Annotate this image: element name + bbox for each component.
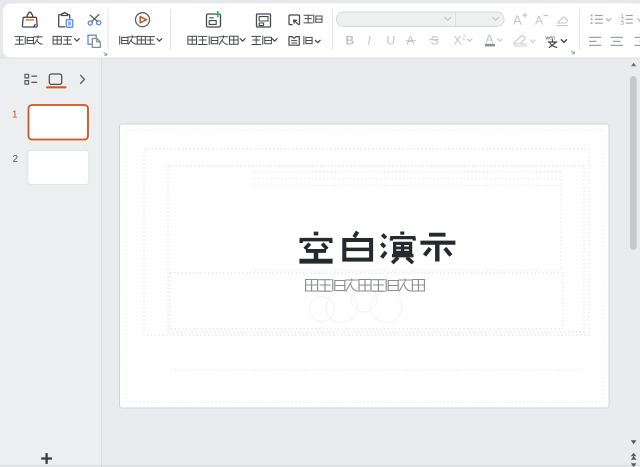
svg-text:3: 3	[621, 21, 624, 27]
svg-text:2: 2	[462, 33, 466, 42]
svg-text:B: B	[346, 33, 355, 47]
svg-text:wén: wén	[546, 36, 556, 42]
svg-text:X: X	[454, 33, 462, 47]
svg-text:1: 1	[12, 110, 18, 121]
svg-text:U: U	[387, 33, 396, 47]
svg-text:A: A	[513, 13, 522, 28]
svg-text:A: A	[535, 14, 543, 28]
svg-text:2: 2	[12, 154, 18, 165]
svg-text:S: S	[431, 33, 439, 47]
